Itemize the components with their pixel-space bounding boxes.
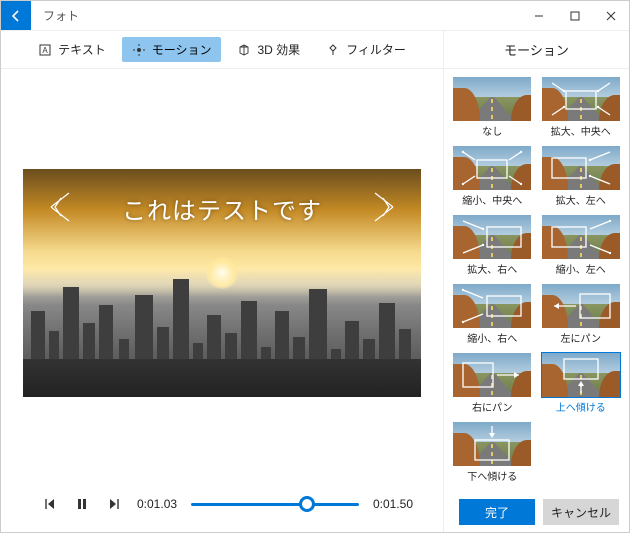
tab-filter-label: フィルター: [346, 41, 406, 58]
tab-motion-label: モーション: [152, 41, 212, 58]
tab-text-label: テキスト: [58, 41, 106, 58]
prev-frame-button[interactable]: [41, 495, 59, 513]
motion-option[interactable]: 右にパン: [452, 353, 533, 414]
tab-bar: A テキスト モーション 3D 効果 フィルター: [1, 31, 443, 69]
cancel-button[interactable]: キャンセル: [543, 499, 619, 525]
overlay-text: これはテストです: [23, 191, 421, 226]
pause-button[interactable]: [73, 495, 91, 513]
motion-option[interactable]: 上へ傾ける: [541, 353, 622, 414]
motion-option[interactable]: 拡大、左へ: [541, 146, 622, 207]
motion-option-label: 左にパン: [561, 330, 602, 345]
titlebar: フォト: [1, 1, 629, 31]
motion-option[interactable]: 拡大、右へ: [452, 215, 533, 276]
motion-option-label: 右にパン: [472, 399, 513, 414]
tab-3d-effects[interactable]: 3D 効果: [227, 37, 310, 62]
filter-icon: [326, 43, 340, 57]
motion-option[interactable]: 縮小、中央へ: [452, 146, 533, 207]
time-current: 0:01.03: [137, 497, 177, 511]
back-button[interactable]: [1, 1, 31, 30]
video-preview[interactable]: これはテストです: [23, 169, 421, 397]
motion-option[interactable]: なし: [452, 77, 533, 138]
text-icon: A: [38, 43, 52, 57]
motion-icon: [132, 43, 146, 57]
time-total: 0:01.50: [373, 497, 413, 511]
motion-option-label: 縮小、左へ: [556, 261, 606, 276]
tab-motion[interactable]: モーション: [122, 37, 222, 62]
motion-option-label: 縮小、右へ: [467, 330, 517, 345]
svg-text:A: A: [42, 46, 48, 55]
tab-filter[interactable]: フィルター: [316, 37, 416, 62]
motion-option-label: 拡大、中央へ: [551, 123, 611, 138]
progress-slider[interactable]: [191, 494, 359, 514]
motion-option[interactable]: 縮小、右へ: [452, 284, 533, 345]
tab-3d-label: 3D 効果: [257, 41, 300, 58]
overlay-arrow-right-icon: [369, 187, 399, 227]
motion-option-label: なし: [482, 123, 502, 138]
maximize-button[interactable]: [557, 1, 593, 30]
window-title: フォト: [31, 1, 91, 30]
motion-option-label: 上へ傾ける: [556, 399, 606, 414]
app-window: フォト A テキスト モーション 3D 効果: [0, 0, 630, 533]
editor-area: A テキスト モーション 3D 効果 フィルター: [1, 31, 443, 532]
motion-option-label: 下へ傾ける: [467, 468, 517, 483]
motion-option[interactable]: 下へ傾ける: [452, 422, 533, 483]
close-button[interactable]: [593, 1, 629, 30]
motion-option-label: 縮小、中央へ: [462, 192, 522, 207]
motion-option[interactable]: 拡大、中央へ: [541, 77, 622, 138]
motion-option-label: 拡大、左へ: [556, 192, 606, 207]
motion-option-label: 拡大、右へ: [467, 261, 517, 276]
motion-option[interactable]: 縮小、左へ: [541, 215, 622, 276]
tab-text[interactable]: A テキスト: [28, 37, 116, 62]
done-button[interactable]: 完了: [459, 499, 535, 525]
next-frame-button[interactable]: [105, 495, 123, 513]
motion-panel: モーション なし 拡大、中央へ縮小、中央へ 拡大、左へ拡大、右へ 縮小、左へ縮小、右へ…: [443, 31, 629, 532]
playback-controls: 0:01.03 0:01.50: [1, 476, 443, 532]
motion-panel-title: モーション: [444, 31, 629, 69]
motion-option[interactable]: 左にパン: [541, 284, 622, 345]
minimize-button[interactable]: [521, 1, 557, 30]
cube-icon: [237, 43, 251, 57]
